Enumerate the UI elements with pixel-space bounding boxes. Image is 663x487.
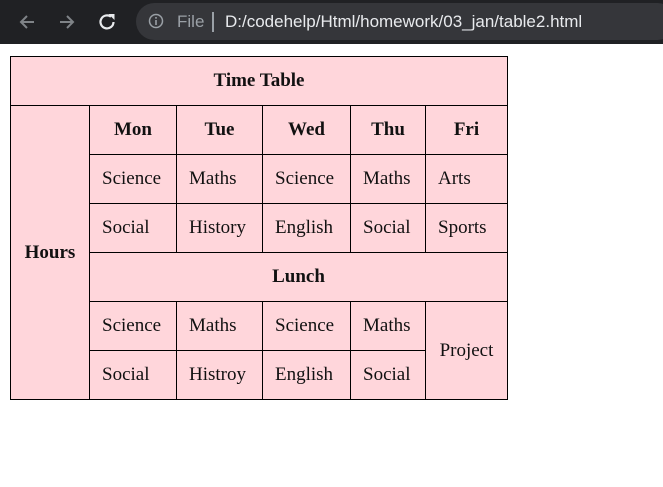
time-table: Time Table Hours Mon Tue Wed Thu Fri Sci… <box>10 56 508 400</box>
subject-cell: Social <box>89 203 177 253</box>
subject-cell: Maths <box>176 154 263 204</box>
subject-cell: Social <box>89 350 177 400</box>
subject-cell: Science <box>89 154 177 204</box>
subject-cell: Science <box>262 301 351 351</box>
day-header: Tue <box>176 105 263 155</box>
subject-cell: History <box>176 203 263 253</box>
table-row: Time Table <box>10 56 508 106</box>
info-icon[interactable] <box>148 13 164 29</box>
subject-cell: Social <box>350 350 426 400</box>
subject-cell: English <box>262 203 351 253</box>
day-header: Wed <box>262 105 351 155</box>
subject-cell: Arts <box>425 154 508 204</box>
project-cell: Project <box>425 301 508 400</box>
row-header-hours: Hours <box>10 105 90 400</box>
back-arrow-icon[interactable] <box>13 8 41 36</box>
subject-cell: Sports <box>425 203 508 253</box>
lunch-row: Lunch <box>89 252 508 302</box>
subject-cell: English <box>262 350 351 400</box>
subject-cell: Science <box>89 301 177 351</box>
day-header: Thu <box>350 105 426 155</box>
subject-cell: Histroy <box>176 350 263 400</box>
forward-arrow-icon[interactable] <box>53 8 81 36</box>
subject-cell: Maths <box>350 301 426 351</box>
table-title: Time Table <box>10 56 508 106</box>
reload-icon[interactable] <box>93 8 121 36</box>
table-row: Hours Mon Tue Wed Thu Fri <box>10 105 508 400</box>
day-header: Fri <box>425 105 508 155</box>
subject-cell: Social <box>350 203 426 253</box>
day-header: Mon <box>89 105 177 155</box>
url-text[interactable]: D:/codehelp/Html/homework/03_jan/table2.… <box>225 12 582 32</box>
address-bar[interactable]: File D:/codehelp/Html/homework/03_jan/ta… <box>136 3 663 40</box>
subject-cell: Science <box>262 154 351 204</box>
page-content: Time Table Hours Mon Tue Wed Thu Fri Sci… <box>0 44 663 487</box>
browser-toolbar: File D:/codehelp/Html/homework/03_jan/ta… <box>0 0 663 44</box>
address-separator <box>212 12 214 32</box>
file-scheme-label: File <box>177 12 205 31</box>
subject-cell: Maths <box>176 301 263 351</box>
subject-cell: Maths <box>350 154 426 204</box>
